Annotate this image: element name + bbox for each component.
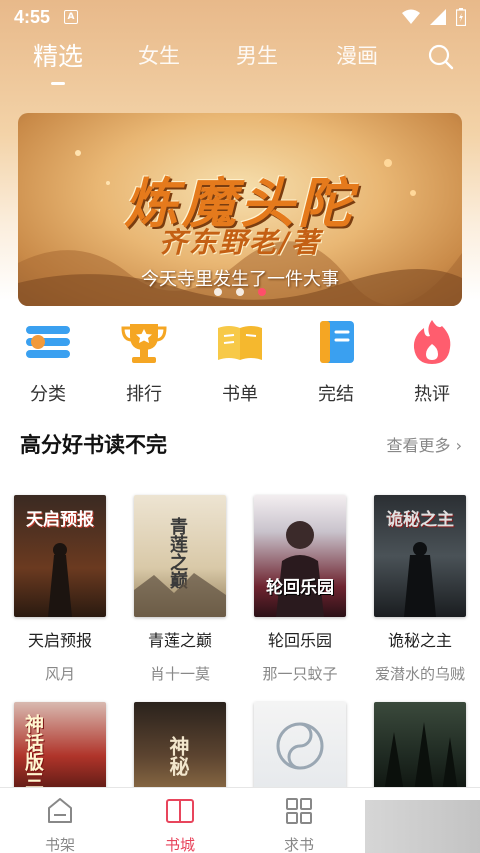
section-header: 高分好书读不完 查看更多 › <box>20 428 462 460</box>
notebook-icon <box>320 321 354 363</box>
book-card[interactable] <box>252 702 348 792</box>
book-cover: 诡秘之主 <box>374 495 466 617</box>
book-card[interactable] <box>372 702 468 792</box>
cover-emblem <box>276 722 324 770</box>
bottom-tab-request[interactable]: 求书 <box>259 796 339 853</box>
signal-icon <box>430 9 446 25</box>
flame-icon <box>413 320 451 364</box>
active-tab-indicator <box>51 82 65 85</box>
category-label: 分类 <box>30 384 66 405</box>
category-booklist[interactable]: 书单 <box>205 318 275 406</box>
category-label: 书单 <box>222 384 258 405</box>
tab-female[interactable]: 女生 <box>138 40 180 70</box>
book-card[interactable]: 诡秘之主 诡秘之主 爱潜水的乌贼 <box>372 495 468 684</box>
trophy-icon <box>121 324 167 363</box>
status-bar: 4:55 A <box>0 0 480 34</box>
tab-male[interactable]: 男生 <box>236 40 278 70</box>
pagination-dot[interactable] <box>236 288 244 296</box>
book-author: 肖十一莫 <box>149 665 210 683</box>
banner-pagination <box>18 288 462 296</box>
tab-label: 男生 <box>236 44 278 68</box>
category-row: 分类 排行 书单 完结 热评 <box>0 318 480 408</box>
cover-figure <box>404 542 436 617</box>
bookshelf-icon <box>48 798 72 823</box>
book-card[interactable]: 天启预报 天启预报 风月 <box>12 495 108 684</box>
overlay-patch <box>365 800 480 853</box>
book-title: 诡秘之主 <box>387 631 452 650</box>
book-cover: 神秘 <box>134 702 226 792</box>
bottom-tab-bookshelf[interactable]: 书架 <box>20 796 100 853</box>
book-card[interactable]: 轮回乐园 轮回乐园 那一只蚊子 <box>252 495 348 684</box>
category-label: 热评 <box>414 384 450 405</box>
book-author: 风月 <box>44 665 75 683</box>
category-ranking[interactable]: 排行 <box>109 318 179 406</box>
tab-label: 漫画 <box>336 44 378 68</box>
book-author: 那一只蚊子 <box>262 665 338 683</box>
book-author: 爱潜水的乌贼 <box>374 665 465 683</box>
pagination-dot[interactable] <box>214 288 222 296</box>
category-classify[interactable]: 分类 <box>13 318 83 406</box>
category-label: 排行 <box>126 384 162 405</box>
tab-label: 女生 <box>138 44 180 68</box>
bottom-tab-label: 书架 <box>44 836 75 853</box>
banner-author: 齐东野老/著 <box>158 226 322 259</box>
tab-comics[interactable]: 漫画 <box>336 40 378 70</box>
bottom-tab-label: 求书 <box>283 836 314 853</box>
book-cover: 天启预报 <box>14 495 106 617</box>
book-card[interactable]: 青莲之巅 青莲之巅 肖十一莫 <box>132 495 228 684</box>
notification-a-icon: A <box>64 10 79 24</box>
book-card[interactable]: 神秘 <box>132 702 228 792</box>
bottom-tab-label: 书城 <box>164 836 195 853</box>
category-label: 完结 <box>318 384 354 405</box>
see-more-link[interactable]: 查看更多 › <box>386 432 462 456</box>
book-title: 轮回乐园 <box>267 631 332 650</box>
cover-figure <box>48 543 72 617</box>
book-title: 天启预报 <box>27 631 92 650</box>
chevron-right-icon: › <box>455 436 462 455</box>
cover-title: 神话版三 <box>22 714 44 790</box>
book-cover <box>374 702 466 792</box>
grid-icon <box>286 798 312 824</box>
cover-title: 轮回乐园 <box>266 578 334 598</box>
book-open-icon <box>218 326 262 360</box>
book-cover: 青莲之巅 <box>134 495 226 617</box>
book-cover: 轮回乐园 <box>254 495 346 617</box>
tab-label: 精选 <box>33 42 84 71</box>
cover-character <box>276 521 324 617</box>
search-icon[interactable] <box>428 44 454 70</box>
cover-mountains <box>134 573 226 617</box>
pagination-dot-active[interactable] <box>258 288 266 296</box>
book-cover <box>254 702 346 792</box>
category-completed[interactable]: 完结 <box>301 318 371 406</box>
status-time: 4:55 <box>14 6 51 27</box>
battery-icon <box>456 8 466 26</box>
top-nav: 精选 女生 男生 漫画 <box>0 34 480 85</box>
promo-banner[interactable]: 炼魔头陀 齐东野老/著 今天寺里发生了一件大事 <box>18 113 462 306</box>
cover-title: 神秘 <box>166 736 190 776</box>
book-card[interactable]: 神话版三 <box>12 702 108 792</box>
see-more-label: 查看更多 <box>386 436 451 455</box>
book-title: 青莲之巅 <box>147 631 212 650</box>
wifi-icon <box>402 9 420 24</box>
tab-featured[interactable]: 精选 <box>33 37 84 85</box>
bottom-tab-bookstore[interactable]: 书城 <box>140 796 220 853</box>
bookstore-icon <box>166 799 194 823</box>
cover-trees <box>384 722 458 792</box>
book-cover: 神话版三 <box>14 702 106 792</box>
section-title: 高分好书读不完 <box>20 433 167 457</box>
category-hot-reviews[interactable]: 热评 <box>397 318 467 406</box>
list-icon <box>26 326 70 358</box>
